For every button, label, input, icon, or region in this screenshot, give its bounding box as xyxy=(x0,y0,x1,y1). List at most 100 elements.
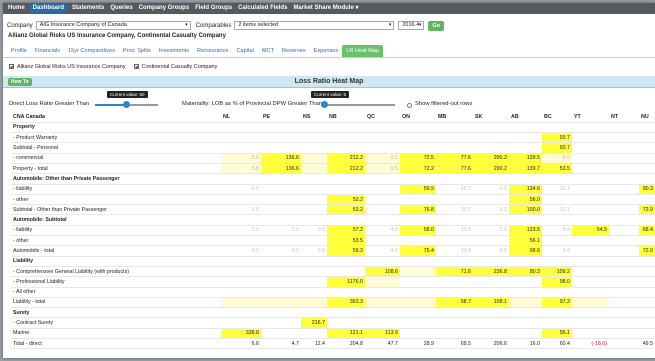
table-cell xyxy=(639,142,655,154)
table-cell: 56.1 xyxy=(542,328,572,340)
tab-financials[interactable]: Financials xyxy=(31,45,64,57)
table-cell xyxy=(572,142,609,154)
table-cell xyxy=(609,256,639,267)
table-cell: 99.6 xyxy=(509,245,542,257)
row-label: Automobile: Other than Private Passenger xyxy=(11,173,221,185)
table-cell xyxy=(301,142,327,154)
table-cell: 108.1 xyxy=(473,297,509,309)
table-cell xyxy=(327,173,365,185)
table-cell: 54.5 xyxy=(572,225,609,237)
company-checkbox[interactable] xyxy=(133,64,139,69)
nav-item-market-share-module[interactable]: Market Share Module ▾ xyxy=(290,3,361,14)
company-select[interactable]: AIG Insurance Company of Canada ▾ xyxy=(35,21,191,30)
table-cell xyxy=(400,194,436,206)
tab-expenses[interactable]: Expenses xyxy=(310,45,343,57)
comparables-label: Comparables xyxy=(195,22,232,29)
table-row: - Contract Surety 216.7 xyxy=(11,317,655,329)
table-row: - liability 0.0 59.9 10.7 0.0 134.6 12.1 90.3 xyxy=(11,184,655,195)
table-cell xyxy=(639,256,655,267)
tab-investments[interactable]: Investments xyxy=(155,45,193,57)
tab-mct[interactable]: MCT xyxy=(258,45,278,57)
tab-reinsurance[interactable]: Reinsurance xyxy=(193,45,232,57)
table-cell: 98.0 xyxy=(542,276,572,288)
tab-capital[interactable]: Capital xyxy=(232,45,257,57)
table-cell: 10.7 xyxy=(436,204,473,216)
table-cell xyxy=(473,214,509,226)
table-cell: 12.1 xyxy=(542,184,572,195)
company-checkbox[interactable] xyxy=(9,64,14,69)
table-cell xyxy=(400,173,436,185)
tab-profile[interactable]: Profile xyxy=(7,45,31,57)
materiality-slider-thumb[interactable] xyxy=(321,101,329,108)
tab-reserves[interactable]: Reserves xyxy=(278,45,310,57)
table-row: Property xyxy=(11,122,655,134)
table-cell xyxy=(327,214,365,226)
table-cell: 12.1 xyxy=(542,204,572,216)
table-cell xyxy=(365,184,400,195)
table-row: - other 53.2 56.0 xyxy=(11,194,655,206)
row-label: - other xyxy=(11,235,221,247)
table-row: - All other xyxy=(11,287,655,298)
company-label: Company xyxy=(7,22,33,29)
table-cell xyxy=(436,328,473,340)
table-cell xyxy=(639,317,655,329)
table-cell xyxy=(572,122,609,134)
table-cell xyxy=(400,132,436,144)
table-row: Automobile: Subtotal xyxy=(11,214,655,226)
table-cell xyxy=(572,276,609,288)
comparables-select[interactable]: 2 items selected ▾ xyxy=(234,21,395,30)
table-cell xyxy=(473,194,509,206)
table-cell: 58.7 xyxy=(436,297,473,309)
nav-item-company-groups[interactable]: Company Groups xyxy=(136,3,192,14)
table-cell: 8.0 xyxy=(542,153,572,164)
table-cell xyxy=(301,122,327,134)
table-cell xyxy=(221,287,261,298)
company-checkbox-label: Continental Casualty Company xyxy=(141,63,218,70)
table-cell xyxy=(365,256,400,267)
nav-item-field-groups[interactable]: Field Groups xyxy=(192,3,235,14)
table-cell xyxy=(327,184,365,195)
company-checkboxes: Allianz Global Risks US Insurance Compan… xyxy=(3,62,655,71)
table-cell: 16.0 xyxy=(509,338,542,350)
table-cell: 0.0 xyxy=(473,225,509,237)
tab-lr-heat-map[interactable]: LR Heat Map xyxy=(342,45,384,57)
table-cell: 0.0 xyxy=(221,184,261,195)
table-cell: 9.4 xyxy=(542,245,572,257)
filter-controls: Company AIG Insurance Company of Canada … xyxy=(3,19,655,32)
loss-ratio-slider-thumb[interactable] xyxy=(123,101,130,108)
table-cell xyxy=(221,122,261,134)
row-label: - Product Warranty xyxy=(11,132,221,144)
table-cell xyxy=(473,307,509,319)
table-cell xyxy=(542,173,572,185)
table-cell xyxy=(436,307,473,319)
tab-15yr-comparatives[interactable]: 15yr Comparatives xyxy=(64,45,119,57)
table-cell xyxy=(609,163,639,175)
table-cell xyxy=(436,214,473,226)
nav-item-dashboard[interactable]: Dashboard xyxy=(29,4,68,13)
nav-item-statements[interactable]: Statements xyxy=(69,3,107,14)
table-cell xyxy=(542,122,572,134)
table-cell: (-18.6) xyxy=(572,338,609,350)
nav-item-home[interactable]: Home xyxy=(5,3,28,14)
table-cell: 100.0 xyxy=(509,204,542,216)
table-cell xyxy=(609,132,639,144)
table-cell xyxy=(261,173,301,185)
table-cell xyxy=(327,287,365,298)
table-cell xyxy=(572,214,609,226)
table-cell xyxy=(221,173,261,185)
table-cell xyxy=(609,297,639,309)
tab-prov-splits[interactable]: Prov. Splits xyxy=(119,45,155,57)
materiality-slider-track[interactable] xyxy=(321,104,395,106)
table-cell: 206.6 xyxy=(473,338,509,350)
table-cell xyxy=(572,328,609,340)
row-label: Liability - total xyxy=(11,297,221,309)
period-select[interactable]: 2016.4 ▾ xyxy=(398,21,425,30)
nav-item-calculated-fields[interactable]: Calculated Fields xyxy=(235,3,290,14)
table-cell: 59.3 xyxy=(327,245,365,257)
go-button[interactable]: Go xyxy=(428,20,445,31)
show-filtered-radio[interactable] xyxy=(407,103,412,108)
loss-ratio-slider-tooltip: Current value: 50 xyxy=(107,91,148,98)
nav-item-queries[interactable]: Queries xyxy=(107,3,135,14)
table-cell xyxy=(221,276,261,288)
heatmap-grid: CNA Canada NL PE NS NB QC ON MB SK AB BC YT NT NU Pro… xyxy=(11,112,655,350)
